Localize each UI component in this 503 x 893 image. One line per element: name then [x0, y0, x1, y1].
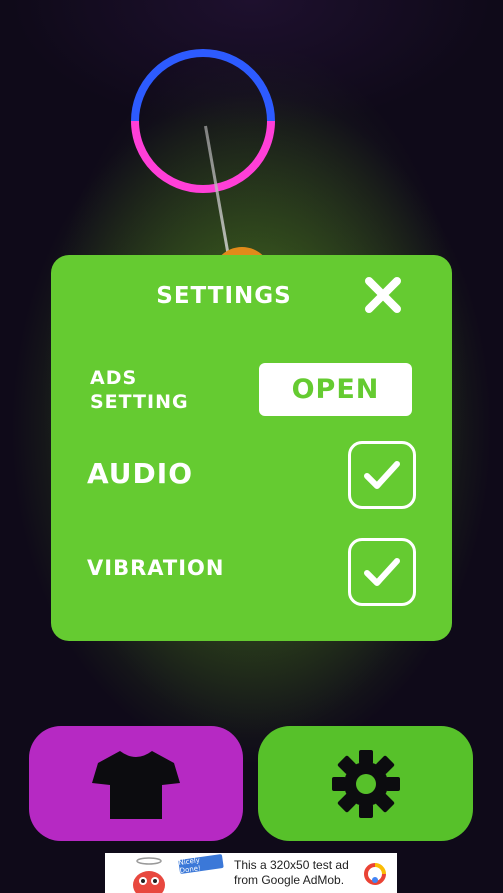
admob-logo-icon	[364, 863, 386, 885]
shop-button[interactable]	[29, 726, 243, 841]
game-ring	[131, 49, 275, 193]
checkmark-icon	[364, 461, 400, 489]
settings-button[interactable]	[258, 726, 473, 841]
vibration-checkbox[interactable]	[348, 538, 416, 606]
close-icon[interactable]	[363, 275, 403, 315]
ads-setting-label: ADS SETTING	[90, 366, 230, 414]
vibration-label: VIBRATION	[87, 556, 225, 580]
open-ads-setting-button[interactable]: OPEN	[259, 363, 412, 416]
tshirt-icon	[92, 750, 180, 819]
ads-setting-label-line2: SETTING	[90, 391, 189, 413]
ad-mascot-icon	[133, 857, 165, 893]
checkmark-icon	[364, 558, 400, 586]
audio-label: AUDIO	[87, 457, 194, 490]
ad-text: This a 320x50 test ad from Google AdMob.	[234, 858, 349, 887]
audio-checkbox[interactable]	[348, 441, 416, 509]
gear-icon	[331, 749, 400, 818]
settings-title: SETTINGS	[156, 283, 292, 309]
settings-panel: SETTINGS ADS SETTING OPEN AUDIO VIBRATIO…	[51, 255, 452, 641]
ad-flag: Nicely Done!	[178, 854, 224, 875]
ads-setting-label-line1: ADS	[90, 367, 138, 389]
ad-banner[interactable]: Nicely Done! This a 320x50 test ad from …	[105, 853, 397, 893]
